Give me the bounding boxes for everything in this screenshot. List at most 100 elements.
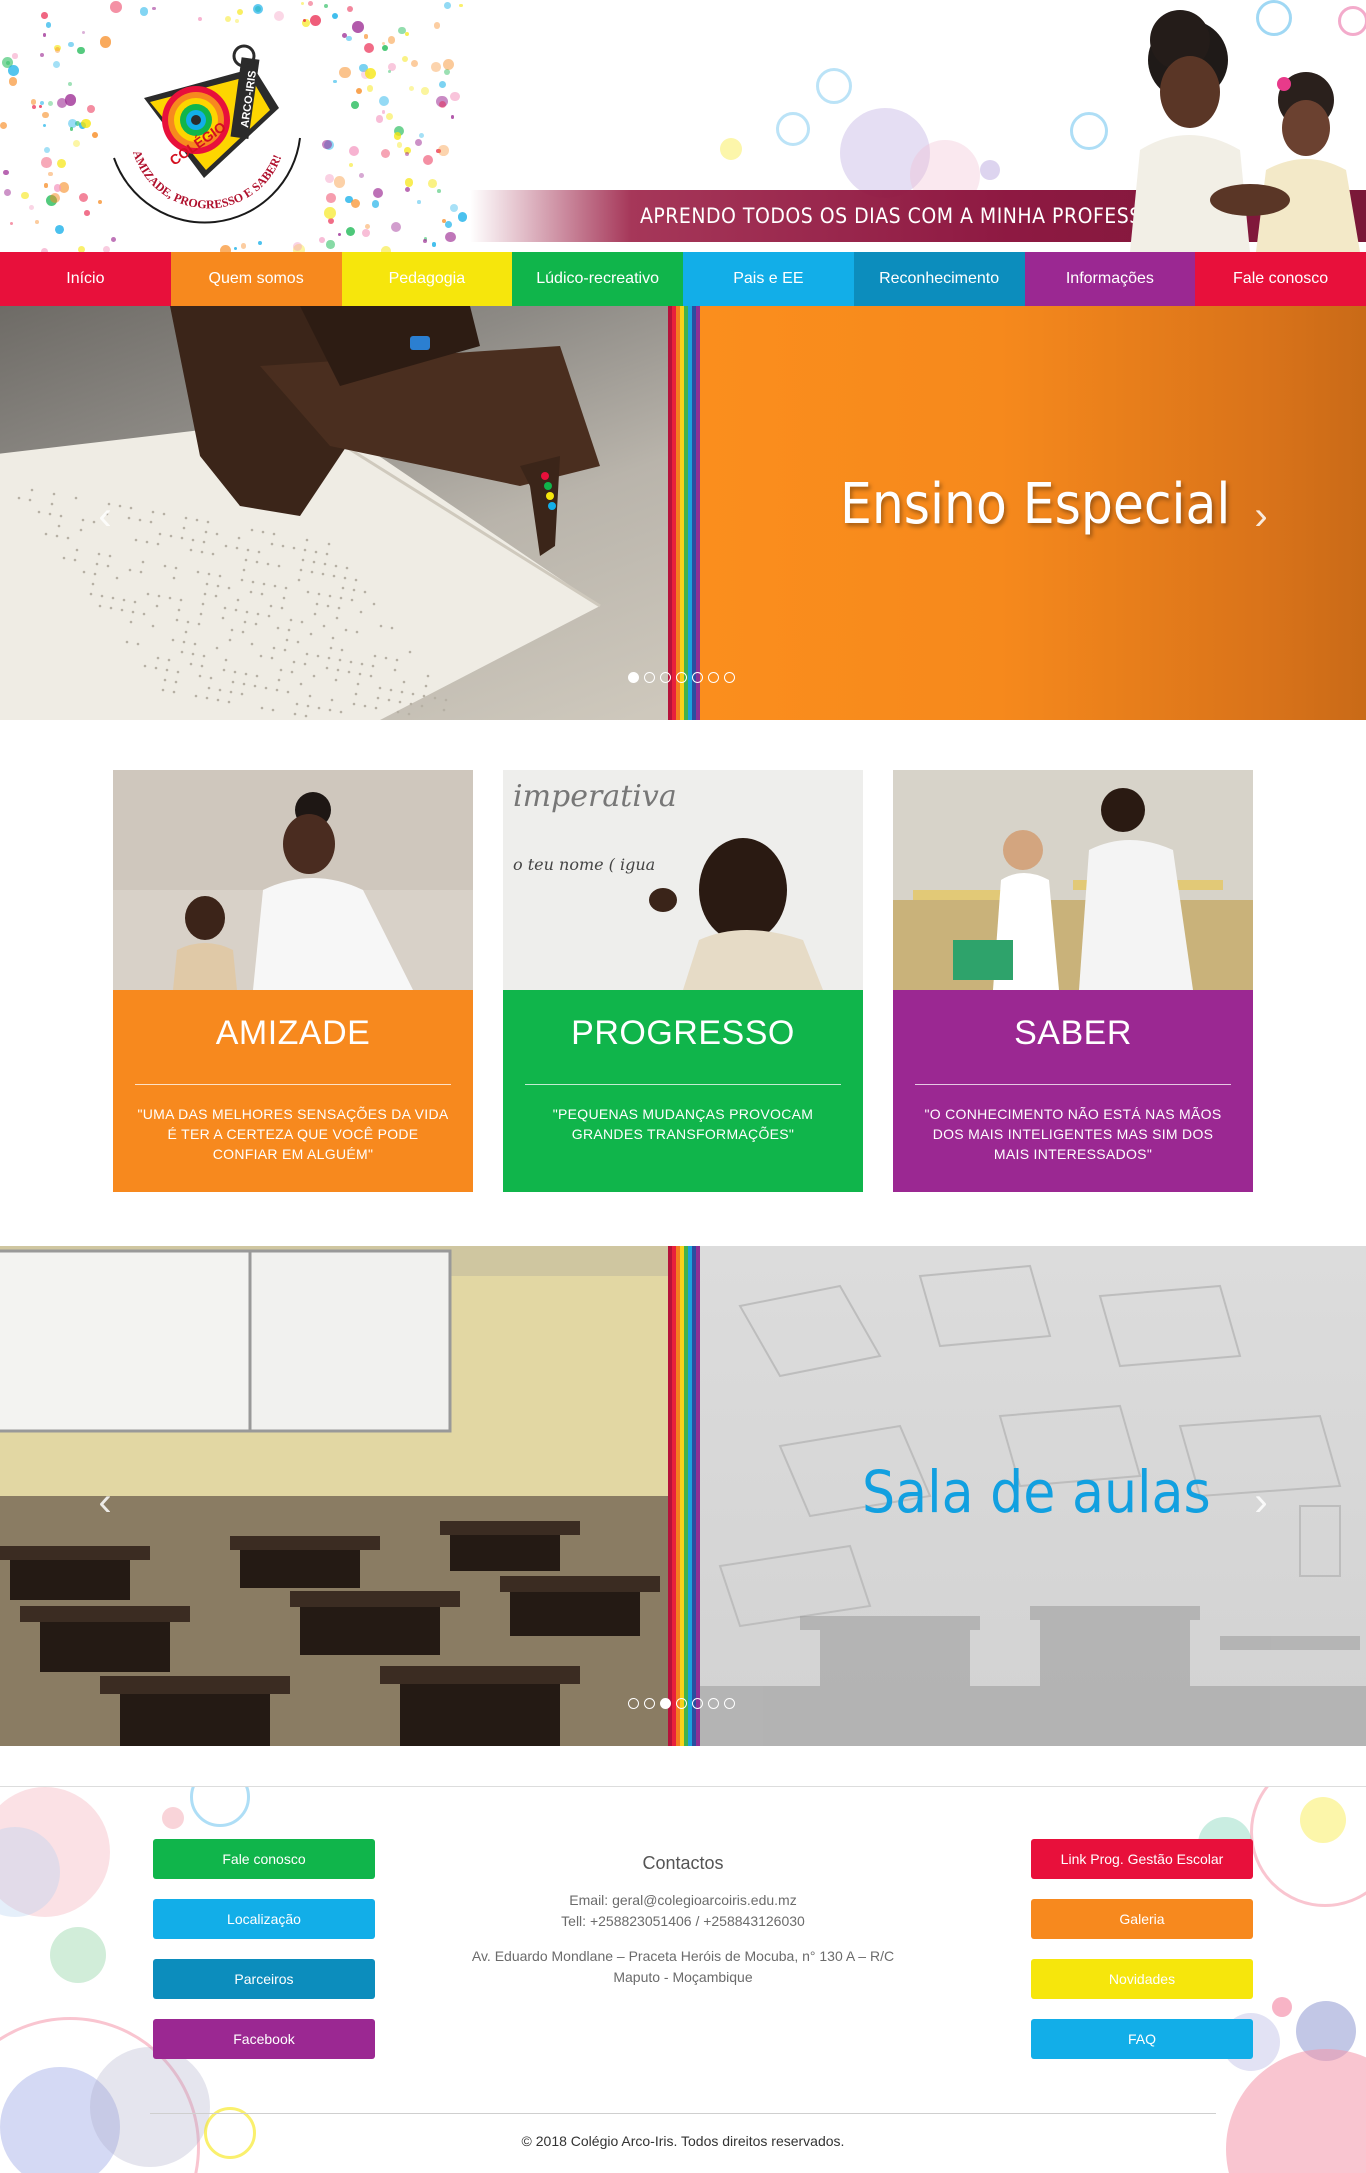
braille-dot [55, 534, 59, 538]
slider-dot[interactable] [724, 672, 735, 683]
braille-dot [202, 654, 206, 658]
braille-dot [246, 548, 250, 552]
braille-dot [299, 568, 303, 572]
nav-item-5[interactable]: Reconhecimento [853, 252, 1025, 306]
slider-next-button[interactable]: › [1246, 494, 1276, 538]
braille-dot [203, 592, 207, 596]
braille-dot [158, 532, 162, 536]
braille-dot [186, 620, 190, 624]
rainbow-stripe [668, 306, 700, 720]
braille-dot [272, 532, 276, 536]
value-card-title: SABER [1014, 1014, 1132, 1052]
braille-dot [303, 662, 307, 666]
footer-button-parceiros[interactable]: Parceiros [153, 1959, 375, 1999]
slider-dot[interactable] [676, 672, 687, 683]
braille-dot [177, 608, 181, 612]
contact-address-line1: Av. Eduardo Mondlane – Praceta Heróis de… [471, 1948, 895, 1964]
slider-dot[interactable] [644, 672, 655, 683]
braille-dot [297, 578, 301, 582]
slide-title: Sala de aulas [862, 1458, 1211, 1526]
slider-next-button[interactable]: › [1246, 1480, 1276, 1524]
braille-dot [264, 686, 268, 690]
braille-dot [120, 608, 124, 612]
braille-dot [296, 640, 300, 644]
braille-dot [330, 698, 334, 702]
confetti-dot [404, 178, 414, 187]
braille-dot [149, 520, 153, 524]
footer-button-link-prog-gest-o-escolar[interactable]: Link Prog. Gestão Escolar [1031, 1839, 1253, 1879]
nav-item-2[interactable]: Pedagogia [341, 252, 513, 306]
braille-dot [384, 656, 388, 660]
slider-dot[interactable] [628, 1698, 639, 1709]
braille-dot [347, 670, 351, 674]
braille-dot [154, 666, 158, 670]
slider-dot[interactable] [692, 1698, 703, 1709]
contact-phone[interactable]: Tell: +258823051406 / +258843126030 [383, 1911, 983, 1932]
confetti-dot [236, 8, 244, 16]
value-card-quote: "PEQUENAS MUDANÇAS PROVOCAM GRANDES TRAN… [552, 1106, 814, 1142]
braille-dot [315, 602, 319, 606]
confetti-dot [371, 200, 380, 208]
slider-dot[interactable] [708, 672, 719, 683]
confetti-dot [410, 59, 419, 67]
braille-dot [97, 552, 101, 556]
footer-button-novidades[interactable]: Novidades [1031, 1959, 1253, 1999]
slider-dot[interactable] [628, 672, 639, 683]
footer-button-facebook[interactable]: Facebook [153, 2019, 375, 2059]
braille-dot [125, 640, 129, 644]
braille-dot [343, 576, 347, 580]
confetti-dot [423, 154, 434, 165]
confetti-dot [401, 55, 409, 62]
main-navigation: Início Quem somos Pedagogia Lúdico-recreati… [0, 252, 1366, 306]
braille-dot [205, 696, 209, 700]
school-logo[interactable]: ARCO-IRIS COLÉGIO AMIZADE, PROGRESSO E S… [104, 28, 308, 232]
braille-dot [299, 682, 303, 686]
confetti-dot [307, 0, 313, 6]
braille-dot [234, 608, 238, 612]
slider-prev-button[interactable]: ‹ [90, 494, 120, 538]
braille-dot [59, 514, 63, 518]
nav-item-0[interactable]: Início [0, 252, 171, 306]
braille-dot [182, 640, 186, 644]
braille-dot [376, 696, 380, 700]
value-card-photo: imperativa o teu nome ( igua [503, 770, 863, 990]
footer-button-localiza-o[interactable]: Localização [153, 1899, 375, 1939]
value-card-saber[interactable]: SABER "O CONHECIMENTO NÃO ESTÁ NAS MÃOS D… [893, 770, 1253, 1192]
contact-email[interactable]: Email: geral@colegioarcoiris.edu.mz [383, 1890, 983, 1911]
braille-dot [199, 612, 203, 616]
confetti-dot [381, 110, 386, 114]
braille-dot [277, 564, 281, 568]
confetti-dot [31, 104, 36, 109]
confetti-dot [437, 189, 441, 193]
confetti-dot [325, 193, 336, 203]
braille-dot [236, 598, 240, 602]
footer-button-faq[interactable]: FAQ [1031, 2019, 1253, 2059]
confetti-dot [451, 115, 455, 119]
braille-dot [172, 690, 176, 694]
confetti-dot [3, 189, 11, 197]
nav-item-7[interactable]: Fale conosco [1195, 252, 1366, 306]
footer-button-galeria[interactable]: Galeria [1031, 1899, 1253, 1939]
confetti-dot [348, 145, 359, 156]
slider-dot[interactable] [644, 1698, 655, 1709]
slider-dot[interactable] [660, 672, 671, 683]
confetti-dot [54, 47, 61, 54]
slider-dot[interactable] [692, 672, 703, 683]
slider-dot[interactable] [676, 1698, 687, 1709]
slider-dot[interactable] [708, 1698, 719, 1709]
value-card-amizade[interactable]: AMIZADE "UMA DAS MELHORES SENSAÇÕES DA VI… [113, 770, 473, 1192]
slider-dot[interactable] [724, 1698, 735, 1709]
nav-item-3[interactable]: Lúdico-recreativo [512, 252, 683, 306]
braille-dot [194, 694, 198, 698]
slider-prev-button[interactable]: ‹ [90, 1480, 120, 1524]
nav-item-4[interactable]: Pais e EE [683, 252, 854, 306]
nav-item-1[interactable]: Quem somos [170, 252, 342, 306]
slider-dot[interactable] [660, 1698, 671, 1709]
confetti-dot [240, 243, 247, 249]
confetti-dot [324, 3, 329, 8]
value-card-progresso[interactable]: imperativa o teu nome ( igua PROGRESSO "PEQ… [503, 770, 863, 1192]
footer-button-fale-conosco[interactable]: Fale conosco [153, 1839, 375, 1879]
confetti-dot [421, 87, 430, 96]
hero-slider-sala-de-aulas: Sala de aulas ‹ › [0, 1246, 1366, 1746]
nav-item-6[interactable]: Informações [1024, 252, 1196, 306]
